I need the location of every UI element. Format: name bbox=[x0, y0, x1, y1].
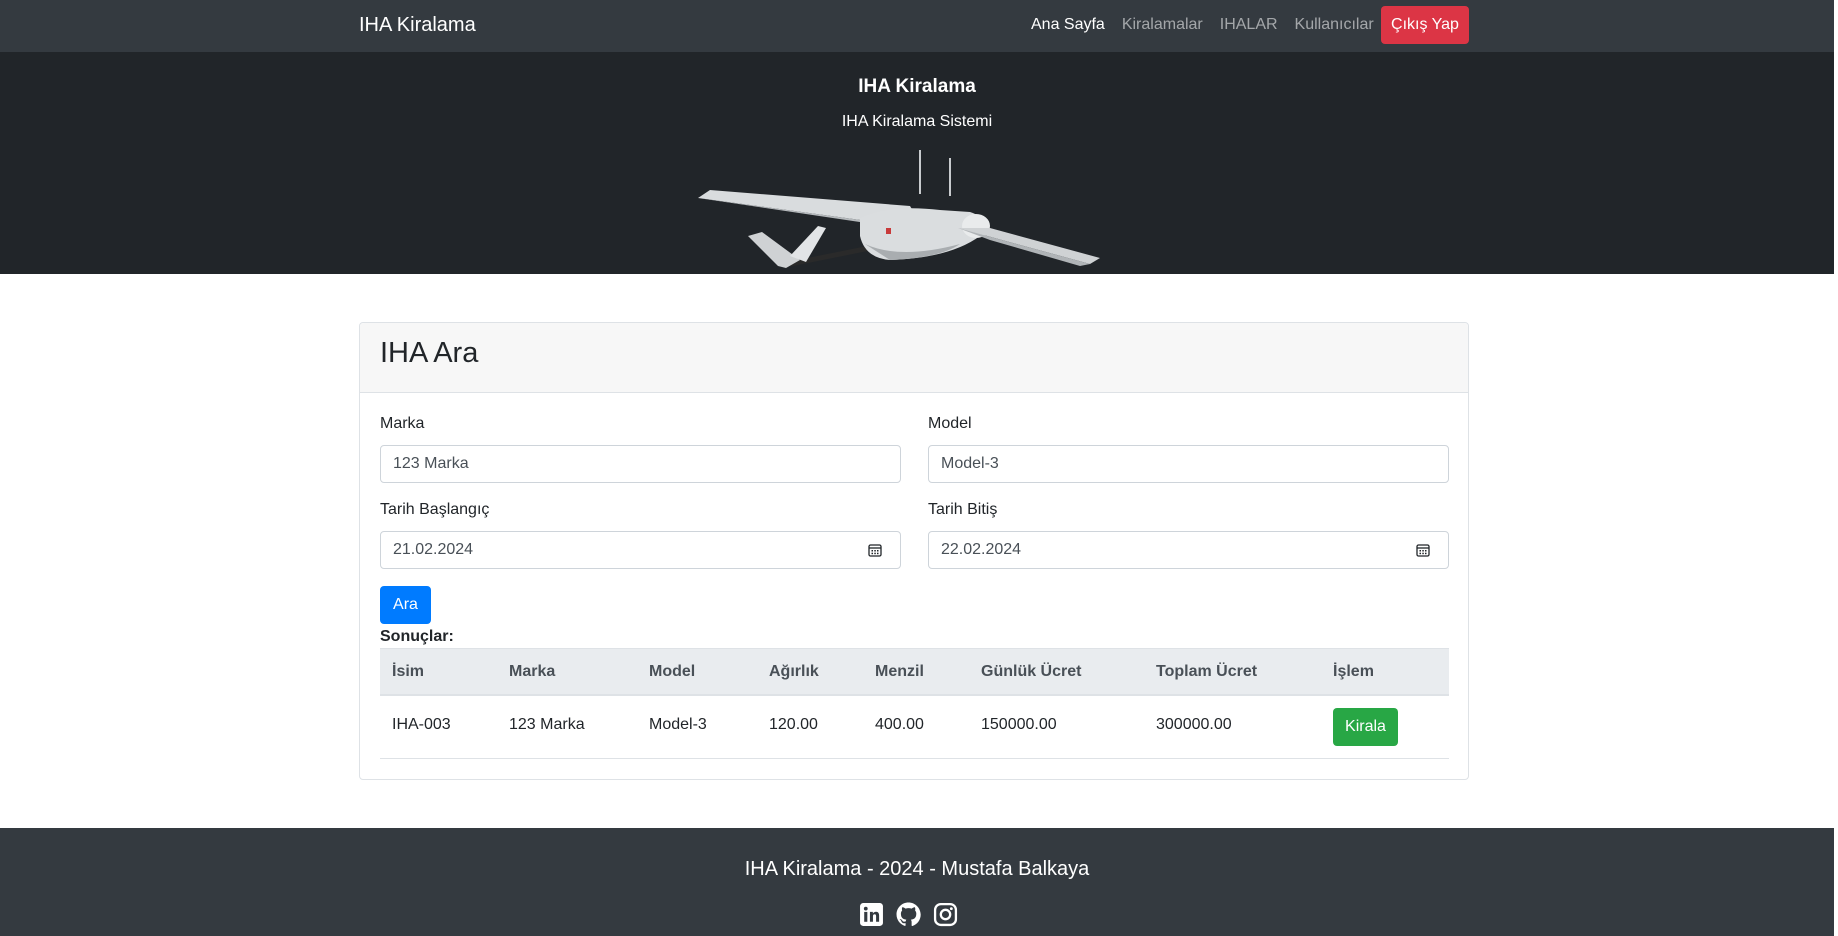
footer-text: IHA Kiralama - 2024 - Mustafa Balkaya bbox=[744, 858, 1090, 880]
navbar: IHA Kiralama Ana Sayfa Kiralamalar IHALA… bbox=[0, 0, 1834, 52]
instagram-icon[interactable] bbox=[933, 902, 958, 927]
search-button[interactable]: Ara bbox=[380, 586, 431, 624]
column-header-action: İşlem bbox=[1333, 663, 1374, 680]
column-header-weight: Ağırlık bbox=[769, 663, 819, 680]
drone-image bbox=[698, 150, 1100, 268]
social-links bbox=[859, 902, 958, 927]
model-input[interactable] bbox=[928, 445, 1449, 483]
nav-link-rentals[interactable]: Kiralamalar bbox=[1122, 16, 1203, 34]
end-date-value: 22.02.2024 bbox=[941, 541, 1022, 558]
results-label: Sonuçlar: bbox=[380, 628, 454, 645]
nav-link-users[interactable]: Kullanıcılar bbox=[1295, 16, 1374, 34]
brand-label: Marka bbox=[380, 415, 425, 432]
model-label: Model bbox=[928, 415, 972, 432]
column-header-name: İsim bbox=[392, 663, 425, 680]
logout-button[interactable]: Çıkış Yap bbox=[1381, 6, 1469, 44]
cell-name: IHA-003 bbox=[392, 716, 451, 733]
hero-banner: IHA Kiralama IHA Kiralama Sistemi bbox=[0, 52, 1834, 274]
cell-daily-fee: 150000.00 bbox=[981, 716, 1057, 733]
column-header-model: Model bbox=[649, 663, 696, 680]
results-table-header: İsim Marka Model Ağırlık Menzil Günlük Ü… bbox=[380, 648, 1449, 696]
column-header-total-fee: Toplam Ücret bbox=[1156, 663, 1258, 680]
column-header-brand: Marka bbox=[509, 663, 556, 680]
navbar-brand[interactable]: IHA Kiralama bbox=[359, 14, 476, 37]
end-date-label: Tarih Bitiş bbox=[928, 501, 998, 518]
column-header-daily-fee: Günlük Ücret bbox=[981, 663, 1082, 680]
start-date-value: 21.02.2024 bbox=[393, 541, 474, 558]
cell-total-fee: 300000.00 bbox=[1156, 716, 1232, 733]
footer: IHA Kiralama - 2024 - Mustafa Balkaya bbox=[0, 828, 1834, 936]
column-header-range: Menzil bbox=[875, 663, 924, 680]
nav-link-home[interactable]: Ana Sayfa bbox=[1031, 16, 1105, 34]
start-date-label: Tarih Başlangıç bbox=[380, 501, 490, 518]
cell-brand: 123 Marka bbox=[509, 716, 585, 733]
card-header: IHA Ara bbox=[360, 323, 1468, 393]
github-icon[interactable] bbox=[896, 902, 921, 927]
cell-weight: 120.00 bbox=[769, 716, 818, 733]
hero-subtitle: IHA Kiralama Sistemi bbox=[841, 113, 993, 130]
start-calendar-icon[interactable] bbox=[868, 543, 882, 557]
brand-input[interactable] bbox=[380, 445, 901, 483]
table-row: IHA-003 123 Marka Model-3 120.00 400.00 … bbox=[380, 696, 1449, 759]
end-date-input[interactable]: 22.02.2024 bbox=[928, 531, 1449, 569]
nav-link-uavs[interactable]: IHALAR bbox=[1220, 16, 1278, 34]
rent-button[interactable]: Kirala bbox=[1333, 708, 1398, 746]
hero-title: IHA Kiralama bbox=[858, 76, 976, 97]
card-title: IHA Ara bbox=[380, 337, 479, 369]
cell-range: 400.00 bbox=[875, 716, 924, 733]
end-calendar-icon[interactable] bbox=[1416, 543, 1430, 557]
linkedin-icon[interactable] bbox=[859, 902, 884, 927]
nav-links: Ana Sayfa Kiralamalar IHALAR Kullanıcıla… bbox=[1031, 16, 1374, 34]
cell-model: Model-3 bbox=[649, 716, 707, 733]
start-date-input[interactable]: 21.02.2024 bbox=[380, 531, 901, 569]
search-card: IHA Ara Marka Model Tarih Başlangıç 21.0… bbox=[359, 322, 1469, 780]
